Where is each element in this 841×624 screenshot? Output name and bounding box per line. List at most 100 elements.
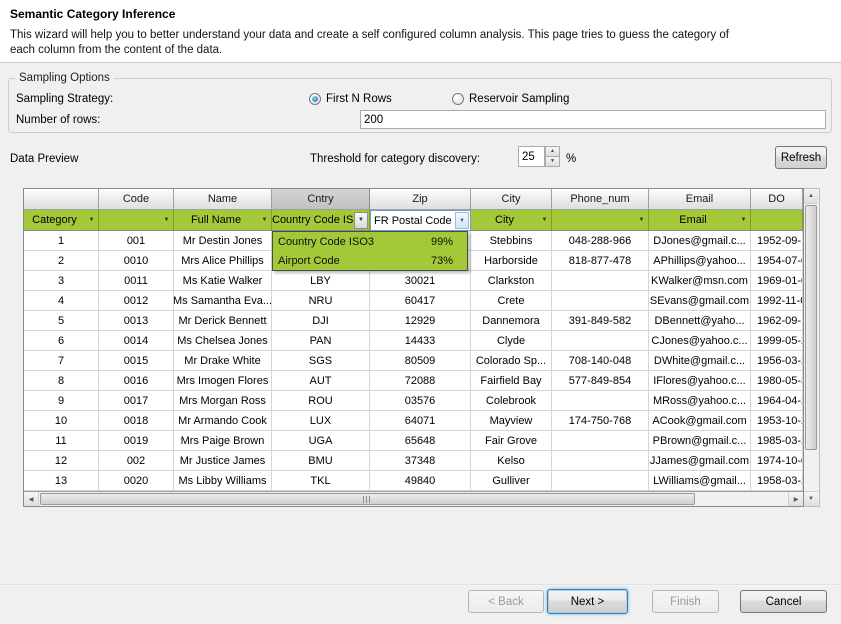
phone-cell: 174-750-768	[552, 411, 649, 431]
phone-cell: 708-140-048	[552, 351, 649, 371]
category-cell-zip-label: FR Postal Code	[374, 215, 455, 227]
scroll-left-icon[interactable]: ◀	[24, 492, 39, 506]
column-header-city[interactable]: City	[471, 189, 552, 210]
category-row-label-cell[interactable]: Category ▼	[24, 210, 99, 231]
zip-cell: 12929	[370, 311, 471, 331]
chevron-down-icon[interactable]: ▼	[538, 217, 551, 223]
number-of-rows-input[interactable]	[360, 110, 826, 129]
threshold-input[interactable]	[518, 146, 545, 167]
cntry-cell: ROU	[272, 391, 370, 411]
chevron-down-icon[interactable]: ▼	[258, 217, 271, 223]
column-header-name[interactable]: Name	[174, 189, 272, 210]
scroll-down-icon[interactable]: ▼	[804, 491, 818, 506]
table-row[interactable]: 3 0011 Ms Katie Walker LBY 30021 Clarkst…	[24, 271, 803, 291]
city-cell: Stebbins	[471, 231, 552, 251]
table-row[interactable]: 13 0020 Ms Libby Williams TKL 49840 Gull…	[24, 471, 803, 491]
phone-cell	[552, 271, 649, 291]
row-index-cell: 3	[24, 271, 99, 291]
table-row[interactable]: 4 0012 Ms Samantha Eva... NRU 60417 Cret…	[24, 291, 803, 311]
table-row[interactable]: 11 0019 Mrs Paige Brown UGA 65648 Fair G…	[24, 431, 803, 451]
row-index-cell: 4	[24, 291, 99, 311]
city-cell: Dannemora	[471, 311, 552, 331]
spinner-down-icon[interactable]: ▼	[545, 157, 560, 167]
chevron-down-icon[interactable]: ▼	[160, 217, 173, 223]
table-row[interactable]: 10 0018 Mr Armando Cook LUX 64071 Mayvie…	[24, 411, 803, 431]
corner-header[interactable]	[24, 189, 99, 210]
email-cell: JJames@gmail.com	[649, 451, 751, 471]
phone-cell: 818-877-478	[552, 251, 649, 271]
column-header-cntry[interactable]: Cntry	[272, 189, 370, 210]
radio-selected-icon	[309, 93, 321, 105]
chevron-down-icon[interactable]: ▼	[635, 217, 648, 223]
category-cell-zip[interactable]: FR Postal Code ▼	[370, 210, 471, 231]
row-index-cell: 10	[24, 411, 99, 431]
zip-cell: 14433	[370, 331, 471, 351]
dropdown-option[interactable]: Country Code ISO3 99%	[273, 232, 467, 251]
dob-cell: 1958-03-21	[751, 471, 803, 491]
reservoir-sampling-radio-label: Reservoir Sampling	[469, 93, 569, 105]
category-dropdown-popup: Country Code ISO3 99% Airport Code 73%	[272, 231, 468, 271]
h-scrollbar-thumb[interactable]	[40, 493, 695, 505]
cntry-cell: TKL	[272, 471, 370, 491]
next-button[interactable]: Next >	[547, 589, 628, 614]
radio-unselected-icon	[452, 93, 464, 105]
column-header-email[interactable]: Email	[649, 189, 751, 210]
phone-cell	[552, 451, 649, 471]
column-header-code[interactable]: Code	[99, 189, 174, 210]
category-cell-email[interactable]: Email ▼	[649, 210, 751, 231]
phone-cell	[552, 291, 649, 311]
table-row[interactable]: 12 002 Mr Justice James BMU 37348 Kelso …	[24, 451, 803, 471]
email-cell: SEvans@gmail.com	[649, 291, 751, 311]
email-cell: DBennett@yaho...	[649, 311, 751, 331]
dropdown-option-confidence: 73%	[431, 255, 453, 267]
category-cell-phone[interactable]: ▼	[552, 210, 649, 231]
phone-cell: 391-849-582	[552, 311, 649, 331]
v-scrollbar-thumb[interactable]	[805, 205, 817, 450]
back-button: < Back	[468, 590, 544, 613]
h-scrollbar-track[interactable]	[39, 492, 788, 506]
name-cell: Mr Armando Cook	[174, 411, 272, 431]
scroll-up-icon[interactable]: ▲	[804, 189, 818, 204]
city-cell: Harborside	[471, 251, 552, 271]
vertical-scrollbar[interactable]: ▲ ▼	[804, 188, 820, 507]
chevron-down-icon[interactable]: ▼	[737, 217, 750, 223]
category-cell-dob[interactable]	[751, 210, 803, 231]
category-cell-name[interactable]: Full Name ▼	[174, 210, 272, 231]
footer-separator	[0, 584, 841, 586]
phone-cell	[552, 431, 649, 451]
phone-cell	[552, 471, 649, 491]
combo-arrow-icon[interactable]: ▼	[455, 212, 469, 229]
refresh-button[interactable]: Refresh	[775, 146, 827, 169]
first-n-rows-radio[interactable]: First N Rows	[309, 93, 392, 105]
category-cell-cntry[interactable]: Country Code ISO ▼	[272, 210, 370, 231]
column-header-dob[interactable]: DO	[751, 189, 803, 210]
reservoir-sampling-radio[interactable]: Reservoir Sampling	[452, 93, 569, 105]
combo-arrow-icon[interactable]: ▼	[354, 212, 368, 229]
column-header-phone[interactable]: Phone_num	[552, 189, 649, 210]
category-cell-code[interactable]: ▼	[99, 210, 174, 231]
data-preview-label: Data Preview	[10, 153, 78, 165]
email-cell: PBrown@gmail.c...	[649, 431, 751, 451]
scroll-right-icon[interactable]: ▶	[788, 492, 803, 506]
category-cell-city[interactable]: City ▼	[471, 210, 552, 231]
table-row[interactable]: 6 0014 Ms Chelsea Jones PAN 14433 Clyde …	[24, 331, 803, 351]
horizontal-scrollbar[interactable]: ◀ ▶	[24, 491, 803, 506]
table-row[interactable]: 7 0015 Mr Drake White SGS 80509 Colorado…	[24, 351, 803, 371]
dob-cell: 1999-05-28	[751, 331, 803, 351]
cntry-cell: SGS	[272, 351, 370, 371]
email-cell: DWhite@gmail.c...	[649, 351, 751, 371]
table-row[interactable]: 9 0017 Mrs Morgan Ross ROU 03576 Colebro…	[24, 391, 803, 411]
chevron-down-icon[interactable]: ▼	[85, 217, 98, 223]
table-row[interactable]: 5 0013 Mr Derick Bennett DJI 12929 Danne…	[24, 311, 803, 331]
code-cell: 0020	[99, 471, 174, 491]
cancel-button[interactable]: Cancel	[740, 590, 827, 613]
category-cell-email-label: Email	[649, 214, 737, 226]
email-cell: LWilliams@gmail...	[649, 471, 751, 491]
spinner-up-icon[interactable]: ▲	[545, 146, 560, 157]
dropdown-option[interactable]: Airport Code 73%	[273, 251, 467, 270]
category-cell-city-label: City	[471, 214, 538, 226]
table-row[interactable]: 8 0016 Mrs Imogen Flores AUT 72088 Fairf…	[24, 371, 803, 391]
email-cell: ACook@gmail.com	[649, 411, 751, 431]
threshold-spinner: ▲ ▼	[545, 146, 560, 167]
column-header-zip[interactable]: Zip	[370, 189, 471, 210]
